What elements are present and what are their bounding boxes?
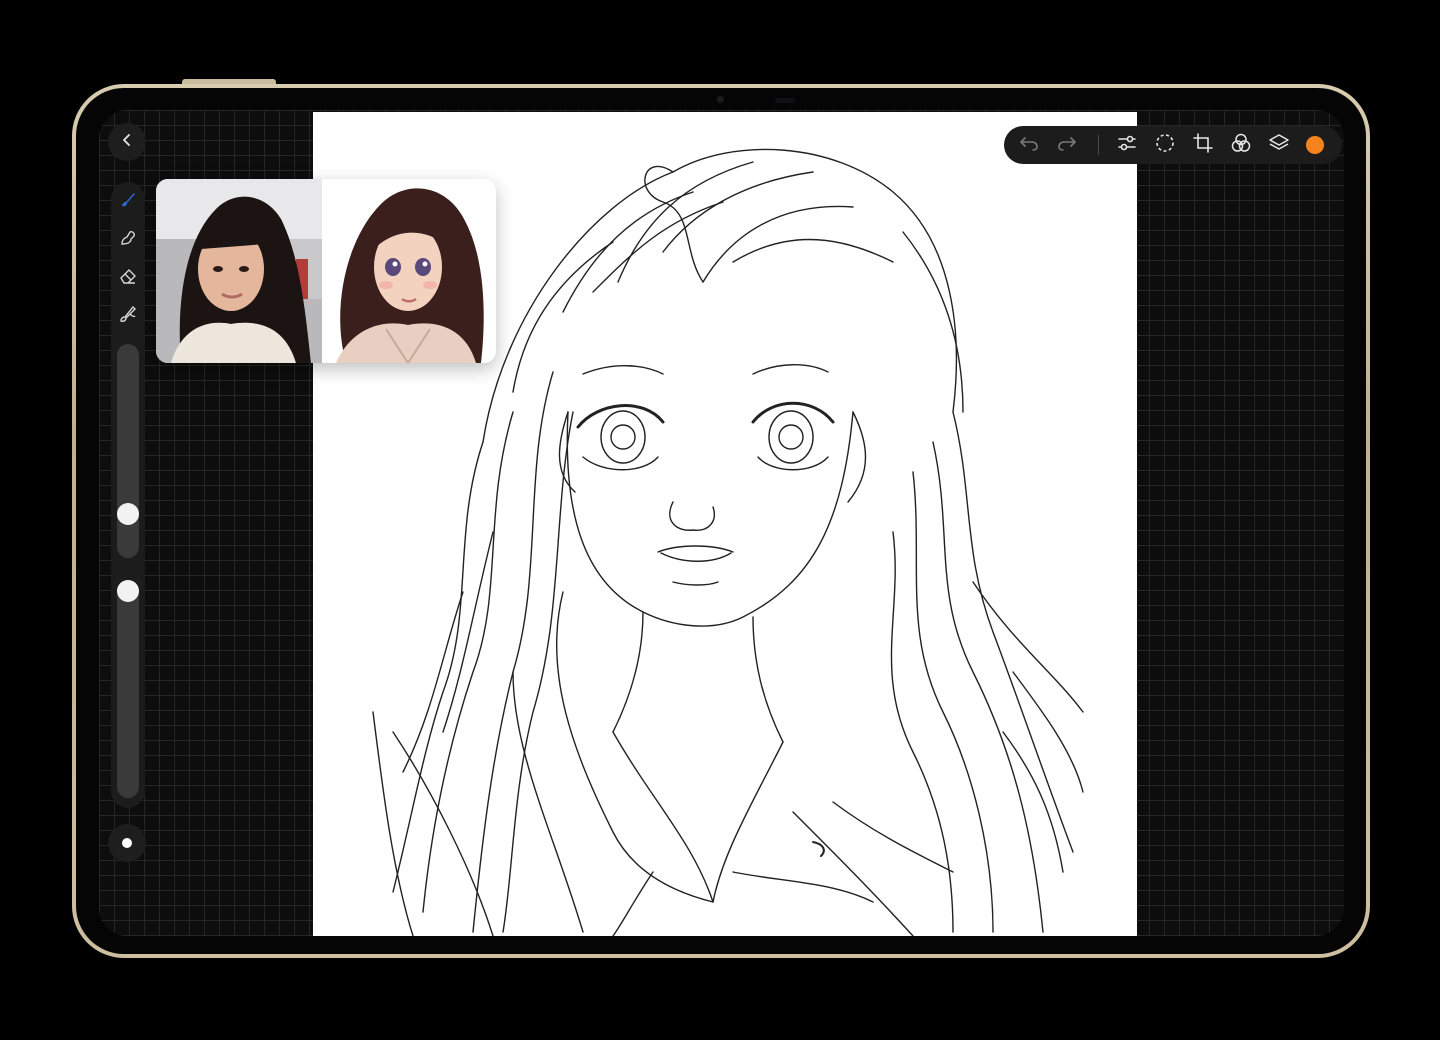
layers-icon bbox=[1268, 132, 1290, 159]
opacity-handle[interactable] bbox=[117, 580, 139, 602]
adjustments-button[interactable] bbox=[1115, 133, 1139, 157]
layers-button[interactable] bbox=[1267, 133, 1291, 157]
blend-icon bbox=[1230, 132, 1252, 159]
toolbar-divider bbox=[1098, 135, 1099, 155]
reference-panel[interactable] bbox=[156, 179, 496, 363]
transform-button[interactable] bbox=[1191, 132, 1215, 159]
dot-icon bbox=[122, 838, 132, 848]
selection-icon bbox=[1154, 132, 1176, 159]
paint-icon bbox=[118, 304, 138, 329]
tablet-bezel bbox=[76, 88, 1366, 954]
adjustments-icon bbox=[1116, 132, 1138, 159]
opacity-slider[interactable] bbox=[117, 580, 139, 798]
tool-rail bbox=[111, 182, 145, 808]
smudge-icon bbox=[118, 228, 138, 253]
chevron-left-icon bbox=[120, 133, 134, 152]
cartoon-reference bbox=[326, 179, 492, 363]
transform-icon bbox=[1192, 132, 1214, 159]
undo-icon bbox=[1018, 132, 1040, 159]
camera-sensor bbox=[775, 98, 795, 103]
eraser-tool[interactable] bbox=[116, 266, 140, 290]
redo-icon bbox=[1056, 132, 1078, 159]
brush-tool[interactable] bbox=[116, 190, 140, 214]
undo-button[interactable] bbox=[1017, 133, 1041, 157]
brush-size-slider[interactable] bbox=[117, 344, 139, 558]
modify-button[interactable] bbox=[108, 824, 146, 862]
front-camera bbox=[717, 96, 724, 103]
blend-button[interactable] bbox=[1229, 133, 1253, 157]
reference-photo bbox=[156, 179, 322, 363]
top-toolbar bbox=[1004, 126, 1342, 164]
app-screen bbox=[99, 110, 1344, 936]
paint-tool[interactable] bbox=[116, 304, 140, 328]
eraser-icon bbox=[118, 266, 138, 291]
selection-button[interactable] bbox=[1153, 133, 1177, 157]
brush-size-handle[interactable] bbox=[117, 503, 139, 525]
redo-button[interactable] bbox=[1055, 133, 1079, 157]
smudge-tool[interactable] bbox=[116, 228, 140, 252]
tablet-device bbox=[72, 84, 1370, 958]
color-picker-button[interactable] bbox=[1306, 136, 1324, 154]
brush-icon bbox=[118, 190, 138, 215]
back-button[interactable] bbox=[108, 123, 146, 161]
